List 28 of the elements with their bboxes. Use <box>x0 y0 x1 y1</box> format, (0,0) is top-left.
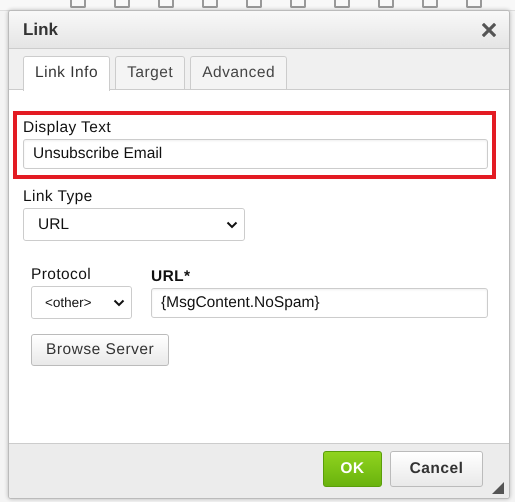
tab[interactable]: Advanced <box>190 56 288 89</box>
browse-server-button[interactable]: Browse Server <box>31 334 170 366</box>
toolbar-icon[interactable] <box>334 0 350 8</box>
close-icon[interactable] <box>482 22 496 36</box>
toolbar-icon[interactable] <box>158 0 174 8</box>
toolbar-icon[interactable] <box>290 0 306 8</box>
field-label: Display Text <box>23 119 112 137</box>
field-label: URL* <box>151 268 192 286</box>
chevron-icon <box>226 220 238 228</box>
resize-grip-icon[interactable] <box>492 482 504 494</box>
chevron-icon <box>113 298 125 306</box>
url-field[interactable]: {MsgContent.NoSpam} <box>151 288 488 318</box>
toolbar-icon[interactable] <box>466 0 482 8</box>
dropdown[interactable]: URL <box>23 208 245 241</box>
toolbar-icon[interactable] <box>202 0 218 8</box>
toolbar-icon[interactable] <box>70 0 86 8</box>
field-label: Link Type <box>23 188 94 206</box>
toolbar-icon[interactable] <box>422 0 438 8</box>
toolbar-icon[interactable] <box>246 0 262 8</box>
field-label: Protocol <box>31 266 92 284</box>
tab[interactable]: Target <box>115 56 186 89</box>
cancel-button[interactable]: Cancel <box>390 451 483 487</box>
tab[interactable]: Link Info <box>23 56 110 91</box>
dropdown[interactable]: <other> <box>31 286 132 319</box>
toolbar-icon[interactable] <box>114 0 130 8</box>
toolbar-icon[interactable] <box>378 0 394 8</box>
text-field[interactable]: Unsubscribe Email <box>23 139 488 169</box>
dialog-title: Link <box>23 20 58 40</box>
